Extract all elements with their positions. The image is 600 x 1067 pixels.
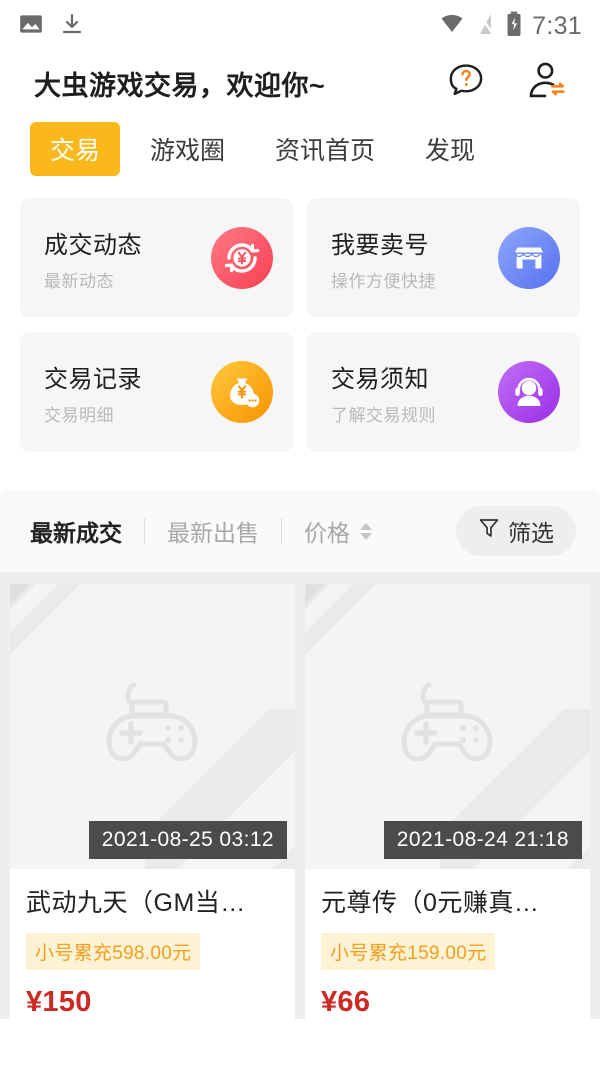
money-bag-icon	[211, 361, 273, 423]
section-spacer	[0, 452, 600, 490]
entry-card-title: 我要卖号	[331, 231, 429, 259]
product-recharge-badge: 小号累充159.00元	[321, 933, 496, 970]
product-thumbnail: 2021-08-24 21:18	[305, 584, 590, 869]
filter-tab-latest-listings[interactable]: 最新出售	[167, 514, 259, 548]
question-bubble-icon[interactable]	[446, 61, 486, 106]
product-timestamp: 2021-08-24 21:18	[383, 821, 582, 859]
filter-divider	[281, 518, 282, 544]
tab-news-home[interactable]: 资讯首页	[255, 122, 395, 176]
entry-card-deal-feed[interactable]: 成交动态 最新动态	[20, 198, 293, 318]
tab-game-circle[interactable]: 游戏圈	[130, 122, 245, 176]
product-recharge-badge: 小号累充598.00元	[26, 933, 201, 970]
entry-card-grid: 成交动态 最新动态 我要卖号 操作方便快捷 交易记录 交易明细 交易须知 了解交…	[0, 184, 600, 452]
entry-card-sell-account[interactable]: 我要卖号 操作方便快捷	[307, 198, 580, 318]
status-bar-left-icons	[18, 11, 84, 42]
filter-tab-price[interactable]: 价格	[304, 514, 372, 548]
yen-refresh-icon	[211, 227, 273, 289]
filter-divider	[144, 518, 145, 544]
product-title: 元尊传（0元赚真…	[321, 889, 540, 917]
product-info: 元尊传（0元赚真… 小号累充159.00元 ¥66	[305, 869, 590, 1019]
user-switch-icon[interactable]	[526, 60, 570, 107]
battery-charging-icon	[506, 11, 522, 42]
product-title: 武动九天（GM当…	[26, 889, 246, 917]
tab-trade[interactable]: 交易	[30, 122, 121, 176]
product-price: ¥150	[26, 986, 92, 1018]
entry-card-subtitle: 了解交易规则	[331, 405, 436, 425]
shop-icon	[498, 227, 560, 289]
filter-button-label: 筛选	[508, 520, 554, 546]
entry-card-title: 成交动态	[44, 231, 142, 259]
entry-card-trade-notice[interactable]: 交易须知 了解交易规则	[307, 332, 580, 452]
entry-card-title: 交易记录	[44, 365, 142, 393]
entry-card-trade-records[interactable]: 交易记录 交易明细	[20, 332, 293, 452]
header-actions	[446, 60, 570, 107]
listing-filter-bar: 最新成交 最新出售 价格 筛选	[0, 490, 600, 572]
product-grid: 2021-08-25 03:12 武动九天（GM当… 小号累充598.00元 ¥…	[0, 572, 600, 1019]
sort-arrows-icon	[360, 522, 372, 540]
entry-card-text: 我要卖号 操作方便快捷	[331, 225, 436, 292]
image-icon	[18, 11, 44, 42]
status-bar-clock: 7:31	[532, 11, 582, 40]
product-thumbnail: 2021-08-25 03:12	[10, 584, 295, 869]
download-icon	[60, 11, 84, 42]
entry-card-text: 成交动态 最新动态	[44, 225, 142, 292]
entry-card-title: 交易须知	[331, 365, 429, 393]
product-info: 武动九天（GM当… 小号累充598.00元 ¥150	[10, 869, 295, 1019]
status-bar-right-icons: 7:31	[438, 11, 582, 42]
tab-discover[interactable]: 发现	[405, 122, 495, 176]
filter-tab-price-label: 价格	[304, 520, 350, 546]
status-bar: 7:31	[0, 0, 600, 52]
entry-card-text: 交易记录 交易明细	[44, 359, 142, 426]
signal-off-icon	[476, 12, 496, 41]
product-price: ¥66	[321, 986, 371, 1018]
product-timestamp: 2021-08-25 03:12	[88, 821, 287, 859]
page-title: 大虫游戏交易，欢迎你~	[34, 70, 326, 101]
wifi-icon	[438, 12, 466, 41]
headset-support-icon	[498, 361, 560, 423]
entry-card-subtitle: 交易明细	[44, 405, 114, 425]
funnel-icon	[478, 517, 500, 545]
product-card[interactable]: 2021-08-24 21:18 元尊传（0元赚真… 小号累充159.00元 ¥…	[305, 584, 590, 1019]
filter-tab-latest-deals[interactable]: 最新成交	[30, 514, 122, 548]
main-tab-bar: 交易 游戏圈 资讯首页 发现	[0, 114, 600, 184]
entry-card-text: 交易须知 了解交易规则	[331, 359, 436, 426]
filter-button[interactable]: 筛选	[456, 506, 576, 556]
app-header: 大虫游戏交易，欢迎你~	[0, 52, 600, 114]
entry-card-subtitle: 最新动态	[44, 271, 114, 291]
product-card[interactable]: 2021-08-25 03:12 武动九天（GM当… 小号累充598.00元 ¥…	[10, 584, 295, 1019]
entry-card-subtitle: 操作方便快捷	[331, 271, 436, 291]
